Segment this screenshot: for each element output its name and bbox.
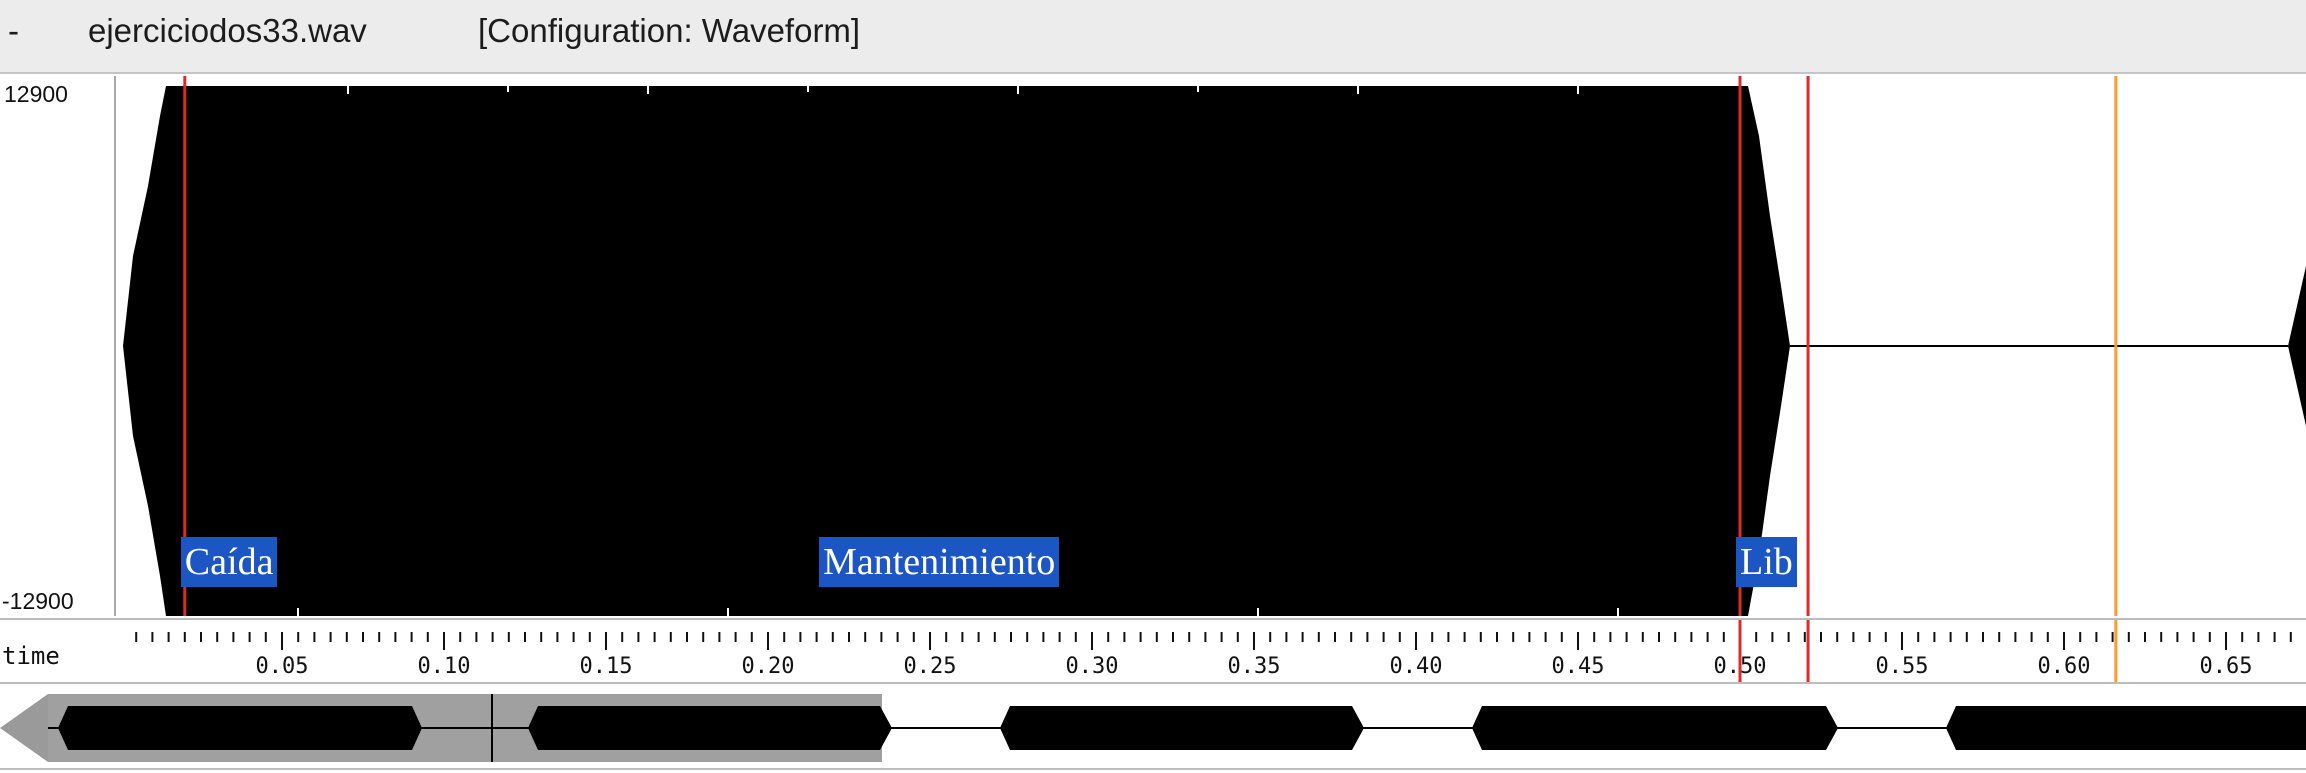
overview-note-2 — [528, 706, 892, 750]
time-tick-label: 0.25 — [903, 654, 957, 679]
amplitude-axis: 12900 -12900 — [0, 76, 116, 616]
ruler-svg — [135, 620, 2292, 682]
overview-note-3 — [1000, 706, 1364, 750]
amplitude-min-label: -12900 — [2, 588, 74, 614]
time-tick-label: 0.15 — [579, 654, 633, 679]
time-tick-label: 0.10 — [417, 654, 471, 679]
time-tick-label: 0.35 — [1227, 654, 1281, 679]
overview-note-1 — [58, 706, 422, 750]
overview-note-5 — [1946, 706, 2306, 750]
segment-marker-3[interactable]: Lib — [1736, 537, 1797, 587]
time-tick-label: 0.30 — [1065, 654, 1119, 679]
time-tick-label: 0.65 — [2199, 654, 2253, 679]
time-tick-label: 0.20 — [741, 654, 795, 679]
segment-marker-2[interactable]: Mantenimiento — [819, 537, 1060, 587]
amplitude-max-label: 12900 — [4, 81, 68, 107]
title-dash: - — [8, 12, 19, 49]
time-tick-label: 0.60 — [2037, 654, 2091, 679]
time-tick-label: 0.05 — [255, 654, 309, 679]
waveform-view[interactable]: Caída Mantenimiento Lib — [118, 76, 2306, 616]
time-tick-label: 0.40 — [1389, 654, 1443, 679]
segment-marker-1[interactable]: Caída — [180, 537, 278, 587]
title-bar: - ejerciciodos33.wav [Configuration: Wav… — [0, 0, 2306, 74]
overview-note-4 — [1472, 706, 1838, 750]
overview-strip[interactable] — [0, 686, 2306, 770]
triangle-left-icon[interactable] — [0, 694, 48, 762]
window-filename: ejerciciodos33.wav — [88, 12, 367, 49]
configuration-label: [Configuration: Waveform] — [478, 12, 861, 49]
time-tick-label: 0.55 — [1875, 654, 1929, 679]
time-tick-label: 0.50 — [1713, 654, 1767, 679]
waveform-svg[interactable] — [118, 76, 2306, 616]
overview-svg[interactable] — [0, 686, 2306, 768]
waveform-next-note — [2288, 266, 2306, 426]
time-tick-label: 0.45 — [1551, 654, 1605, 679]
time-ruler[interactable]: time 0.05 0.10 0.15 0.20 0.25 0.30 0.35 0.40 0.4… — [0, 618, 2306, 684]
